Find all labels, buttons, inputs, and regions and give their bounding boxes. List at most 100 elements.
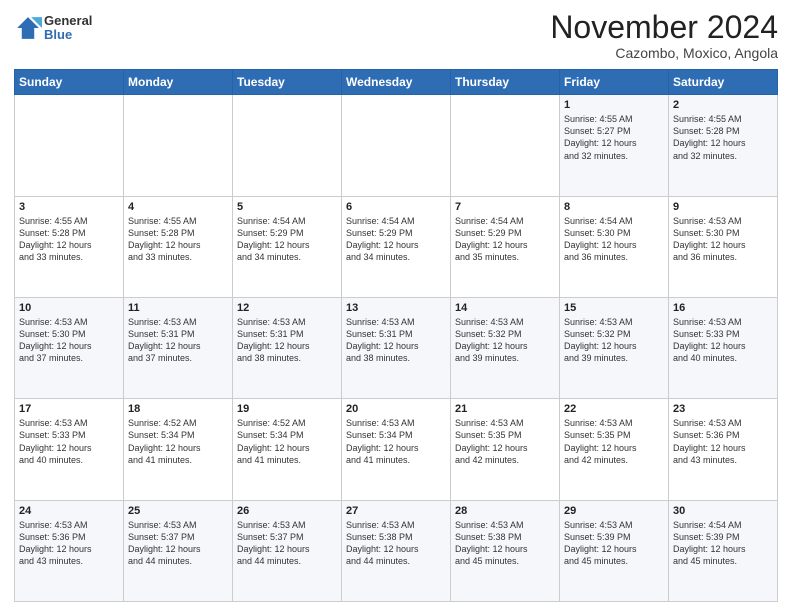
day-number: 16 (673, 302, 773, 314)
day-number: 28 (455, 505, 555, 517)
day-number: 3 (19, 201, 119, 213)
calendar-cell: 13 Sunrise: 4:53 AM Sunset: 5:31 PM Dayli… (342, 297, 451, 398)
calendar-cell: 26Sunrise: 4:53 AM Sunset: 5:37 PM Dayli… (233, 500, 342, 601)
calendar-cell: 25 Sunrise: 4:53 AM Sunset: 5:37 PM Dayli… (124, 500, 233, 601)
weekday-header-tuesday: Tuesday (233, 70, 342, 95)
cell-info-text: Sunrise: 4:53 AM Sunset: 5:32 PM Dayligh… (455, 316, 555, 365)
day-number: 8 (564, 201, 664, 213)
cell-info-text: Sunrise: 4:55 AM Sunset: 5:27 PM Dayligh… (564, 113, 664, 162)
day-number: 30 (673, 505, 773, 517)
cell-info-text: Sunrise: 4:53 AM Sunset: 5:38 PM Dayligh… (455, 519, 555, 568)
weekday-header-sunday: Sunday (15, 70, 124, 95)
calendar-cell: 2 Sunrise: 4:55 AM Sunset: 5:28 PM Daylig… (669, 95, 778, 196)
month-title: November 2024 (550, 10, 778, 45)
cell-info-text: Sunrise: 4:53 AM Sunset: 5:38 PM Dayligh… (346, 519, 446, 568)
day-number: 20 (346, 403, 446, 415)
cell-info-text: Sunrise: 4:53 AM Sunset: 5:30 PM Dayligh… (19, 316, 119, 365)
day-number: 27 (346, 505, 446, 517)
calendar-week-4: 17 Sunrise: 4:53 AM Sunset: 5:33 PM Dayli… (15, 399, 778, 500)
day-number: 1 (564, 99, 664, 111)
cell-info-text: Sunrise: 4:52 AM Sunset: 5:34 PM Dayligh… (237, 417, 337, 466)
cell-info-text: Sunrise: 4:53 AM Sunset: 5:36 PM Dayligh… (19, 519, 119, 568)
calendar-week-3: 10 Sunrise: 4:53 AM Sunset: 5:30 PM Dayli… (15, 297, 778, 398)
calendar-table: SundayMondayTuesdayWednesdayThursdayFrid… (14, 69, 778, 602)
day-number: 7 (455, 201, 555, 213)
calendar-cell: 7 Sunrise: 4:54 AM Sunset: 5:29 PM Daylig… (451, 196, 560, 297)
calendar-cell: 12 Sunrise: 4:53 AM Sunset: 5:31 PM Dayli… (233, 297, 342, 398)
logo-general-text: General (44, 14, 92, 28)
day-number: 2 (673, 99, 773, 111)
calendar-week-2: 3Sunrise: 4:55 AM Sunset: 5:28 PM Daylig… (15, 196, 778, 297)
logo-text: General Blue (44, 14, 92, 43)
day-number: 29 (564, 505, 664, 517)
weekday-header-friday: Friday (560, 70, 669, 95)
calendar-cell: 14 Sunrise: 4:53 AM Sunset: 5:32 PM Dayli… (451, 297, 560, 398)
weekday-header-wednesday: Wednesday (342, 70, 451, 95)
calendar-cell (342, 95, 451, 196)
cell-info-text: Sunrise: 4:53 AM Sunset: 5:36 PM Dayligh… (673, 417, 773, 466)
day-number: 9 (673, 201, 773, 213)
calendar-cell: 23Sunrise: 4:53 AM Sunset: 5:36 PM Dayli… (669, 399, 778, 500)
cell-info-text: Sunrise: 4:54 AM Sunset: 5:29 PM Dayligh… (346, 215, 446, 264)
cell-info-text: Sunrise: 4:54 AM Sunset: 5:39 PM Dayligh… (673, 519, 773, 568)
calendar-cell: 22Sunrise: 4:53 AM Sunset: 5:35 PM Dayli… (560, 399, 669, 500)
day-number: 15 (564, 302, 664, 314)
calendar-cell: 1 Sunrise: 4:55 AM Sunset: 5:27 PM Daylig… (560, 95, 669, 196)
calendar-cell (451, 95, 560, 196)
location-subtitle: Cazombo, Moxico, Angola (550, 45, 778, 61)
logo-icon (14, 14, 42, 42)
day-number: 21 (455, 403, 555, 415)
calendar-cell: 10 Sunrise: 4:53 AM Sunset: 5:30 PM Dayli… (15, 297, 124, 398)
calendar-cell: 29Sunrise: 4:53 AM Sunset: 5:39 PM Dayli… (560, 500, 669, 601)
cell-info-text: Sunrise: 4:52 AM Sunset: 5:34 PM Dayligh… (128, 417, 228, 466)
cell-info-text: Sunrise: 4:54 AM Sunset: 5:30 PM Dayligh… (564, 215, 664, 264)
day-number: 13 (346, 302, 446, 314)
calendar-cell: 24Sunrise: 4:53 AM Sunset: 5:36 PM Dayli… (15, 500, 124, 601)
calendar-cell (124, 95, 233, 196)
calendar-cell: 30 Sunrise: 4:54 AM Sunset: 5:39 PM Dayli… (669, 500, 778, 601)
cell-info-text: Sunrise: 4:54 AM Sunset: 5:29 PM Dayligh… (237, 215, 337, 264)
calendar-cell: 16Sunrise: 4:53 AM Sunset: 5:33 PM Dayli… (669, 297, 778, 398)
cell-info-text: Sunrise: 4:53 AM Sunset: 5:35 PM Dayligh… (455, 417, 555, 466)
cell-info-text: Sunrise: 4:53 AM Sunset: 5:34 PM Dayligh… (346, 417, 446, 466)
cell-info-text: Sunrise: 4:53 AM Sunset: 5:37 PM Dayligh… (128, 519, 228, 568)
cell-info-text: Sunrise: 4:53 AM Sunset: 5:31 PM Dayligh… (346, 316, 446, 365)
day-number: 17 (19, 403, 119, 415)
calendar-cell: 3Sunrise: 4:55 AM Sunset: 5:28 PM Daylig… (15, 196, 124, 297)
calendar-cell: 4Sunrise: 4:55 AM Sunset: 5:28 PM Daylig… (124, 196, 233, 297)
cell-info-text: Sunrise: 4:53 AM Sunset: 5:30 PM Dayligh… (673, 215, 773, 264)
cell-info-text: Sunrise: 4:53 AM Sunset: 5:33 PM Dayligh… (19, 417, 119, 466)
weekday-header-thursday: Thursday (451, 70, 560, 95)
day-number: 12 (237, 302, 337, 314)
weekday-header-saturday: Saturday (669, 70, 778, 95)
weekday-header-row: SundayMondayTuesdayWednesdayThursdayFrid… (15, 70, 778, 95)
calendar-cell (15, 95, 124, 196)
calendar-cell: 15Sunrise: 4:53 AM Sunset: 5:32 PM Dayli… (560, 297, 669, 398)
day-number: 18 (128, 403, 228, 415)
title-block: November 2024 Cazombo, Moxico, Angola (550, 10, 778, 61)
cell-info-text: Sunrise: 4:53 AM Sunset: 5:37 PM Dayligh… (237, 519, 337, 568)
day-number: 10 (19, 302, 119, 314)
day-number: 4 (128, 201, 228, 213)
calendar-cell (233, 95, 342, 196)
day-number: 25 (128, 505, 228, 517)
calendar-cell: 28 Sunrise: 4:53 AM Sunset: 5:38 PM Dayli… (451, 500, 560, 601)
day-number: 11 (128, 302, 228, 314)
cell-info-text: Sunrise: 4:55 AM Sunset: 5:28 PM Dayligh… (673, 113, 773, 162)
cell-info-text: Sunrise: 4:54 AM Sunset: 5:29 PM Dayligh… (455, 215, 555, 264)
cell-info-text: Sunrise: 4:53 AM Sunset: 5:31 PM Dayligh… (237, 316, 337, 365)
day-number: 22 (564, 403, 664, 415)
header: General Blue November 2024 Cazombo, Moxi… (14, 10, 778, 61)
calendar-week-5: 24Sunrise: 4:53 AM Sunset: 5:36 PM Dayli… (15, 500, 778, 601)
weekday-header-monday: Monday (124, 70, 233, 95)
calendar-cell: 20 Sunrise: 4:53 AM Sunset: 5:34 PM Dayli… (342, 399, 451, 500)
logo-blue-text: Blue (44, 28, 92, 42)
day-number: 14 (455, 302, 555, 314)
day-number: 19 (237, 403, 337, 415)
calendar-cell: 6 Sunrise: 4:54 AM Sunset: 5:29 PM Daylig… (342, 196, 451, 297)
day-number: 6 (346, 201, 446, 213)
day-number: 5 (237, 201, 337, 213)
calendar-cell: 8 Sunrise: 4:54 AM Sunset: 5:30 PM Daylig… (560, 196, 669, 297)
calendar-cell: 18 Sunrise: 4:52 AM Sunset: 5:34 PM Dayli… (124, 399, 233, 500)
page-container: General Blue November 2024 Cazombo, Moxi… (0, 0, 792, 612)
